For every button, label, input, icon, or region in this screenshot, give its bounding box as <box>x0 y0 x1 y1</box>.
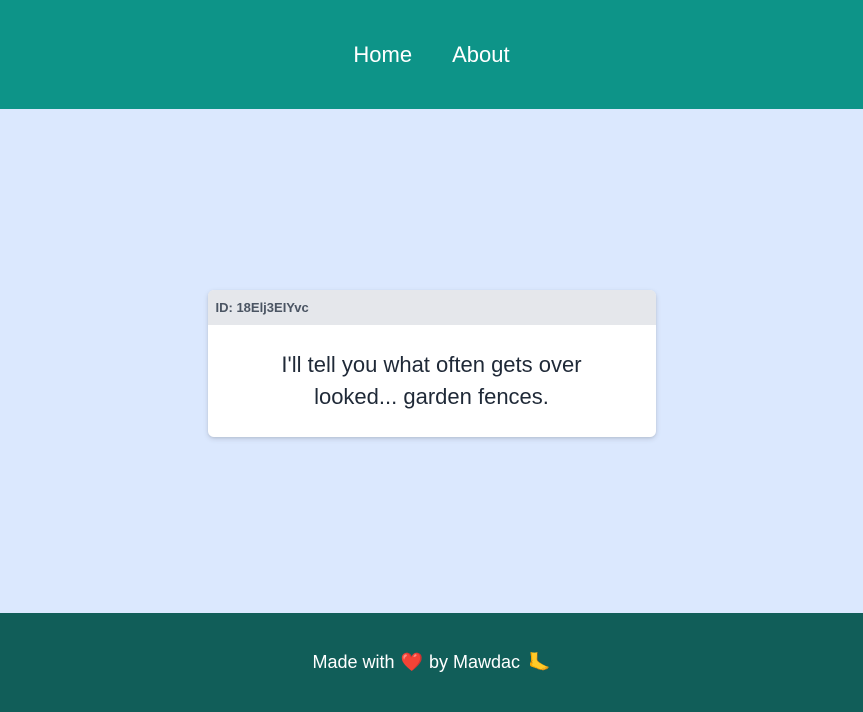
joke-id-label: ID: 18Elj3EIYvc <box>207 289 656 325</box>
foot-icon: 🦶 <box>528 652 551 672</box>
footer-made-with-text: Made with <box>312 652 395 672</box>
joke-card: ID: 18Elj3EIYvc I'll tell you what often… <box>207 289 656 437</box>
joke-text: I'll tell you what often gets over looke… <box>281 351 582 409</box>
footer: Made with ❤️ by Mawdac 🦶 <box>0 613 863 712</box>
nav-home-link[interactable]: Home <box>353 43 412 66</box>
heart-icon: ❤️ <box>400 652 423 672</box>
top-nav: Home About <box>0 0 863 109</box>
page: Home About ID: 18Elj3EIYvc I'll tell you… <box>0 0 863 712</box>
main-content: ID: 18Elj3EIYvc I'll tell you what often… <box>0 109 863 613</box>
footer-author-text: by Mawdac <box>429 652 521 672</box>
nav-about-link[interactable]: About <box>452 43 510 66</box>
